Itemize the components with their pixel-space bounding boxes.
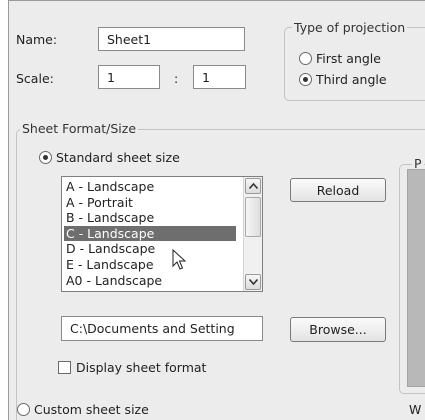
sheet-size-items: A - Landscape A - Portrait B - Landscape C … bbox=[64, 179, 236, 288]
sheet-format-legend: Sheet Format/Size bbox=[20, 121, 139, 136]
standard-size-label: Standard sheet size bbox=[56, 150, 180, 165]
projection-legend: Type of projection bbox=[292, 20, 408, 35]
display-sheet-format-checkbox[interactable]: Display sheet format bbox=[58, 360, 206, 375]
list-item[interactable]: B - Landscape bbox=[64, 210, 236, 226]
custom-size-label: Custom sheet size bbox=[34, 402, 149, 417]
preview-width-label: W bbox=[409, 402, 422, 417]
display-sheet-format-label: Display sheet format bbox=[76, 360, 207, 375]
first-angle-radio-button[interactable] bbox=[299, 52, 312, 65]
sheet-format-path-input[interactable]: C:\Documents and Setting bbox=[61, 316, 263, 341]
browse-button[interactable]: Browse... bbox=[290, 317, 386, 342]
name-input[interactable]: Sheet1 bbox=[98, 27, 245, 51]
preview-image bbox=[407, 169, 425, 387]
sheet-size-listbox[interactable]: A - Landscape A - Portrait B - Landscape C … bbox=[61, 176, 263, 292]
list-item[interactable]: E - Landscape bbox=[64, 257, 236, 273]
list-item[interactable]: A0 - Landscape bbox=[64, 273, 236, 289]
custom-size-radio-button[interactable] bbox=[17, 403, 30, 416]
chevron-down-icon bbox=[248, 279, 258, 285]
scale-denominator-input[interactable]: 1 bbox=[193, 65, 246, 89]
standard-size-radio-button[interactable] bbox=[39, 151, 52, 164]
chevron-up-icon bbox=[248, 183, 258, 189]
display-sheet-format-checkbox-box[interactable] bbox=[58, 361, 71, 374]
third-angle-label: Third angle bbox=[316, 72, 387, 87]
first-angle-radio[interactable]: First angle bbox=[299, 51, 381, 66]
third-angle-radio-button[interactable] bbox=[299, 73, 312, 86]
list-item[interactable]: A - Landscape bbox=[64, 179, 236, 195]
list-item[interactable]: D - Landscape bbox=[64, 241, 236, 257]
scroll-up-button[interactable] bbox=[245, 178, 261, 194]
list-item[interactable]: C - Landscape bbox=[64, 225, 236, 242]
mouse-pointer-icon bbox=[172, 249, 186, 270]
listbox-scrollbar[interactable] bbox=[243, 177, 262, 291]
sheet-properties-dialog: Name: Sheet1 Scale: 1 : 1 Type of projec… bbox=[8, 0, 425, 420]
reload-button[interactable]: Reload bbox=[290, 178, 386, 202]
scroll-thumb[interactable] bbox=[245, 197, 261, 237]
first-angle-label: First angle bbox=[316, 51, 381, 66]
third-angle-radio[interactable]: Third angle bbox=[299, 72, 387, 87]
name-label: Name: bbox=[16, 32, 58, 47]
standard-size-radio[interactable]: Standard sheet size bbox=[39, 150, 180, 165]
scale-separator: : bbox=[174, 71, 179, 86]
scale-numerator-input[interactable]: 1 bbox=[98, 65, 160, 89]
scale-label: Scale: bbox=[16, 71, 54, 86]
custom-size-radio[interactable]: Custom sheet size bbox=[17, 402, 149, 417]
list-item[interactable]: A - Portrait bbox=[64, 195, 236, 211]
scroll-down-button[interactable] bbox=[245, 274, 261, 290]
